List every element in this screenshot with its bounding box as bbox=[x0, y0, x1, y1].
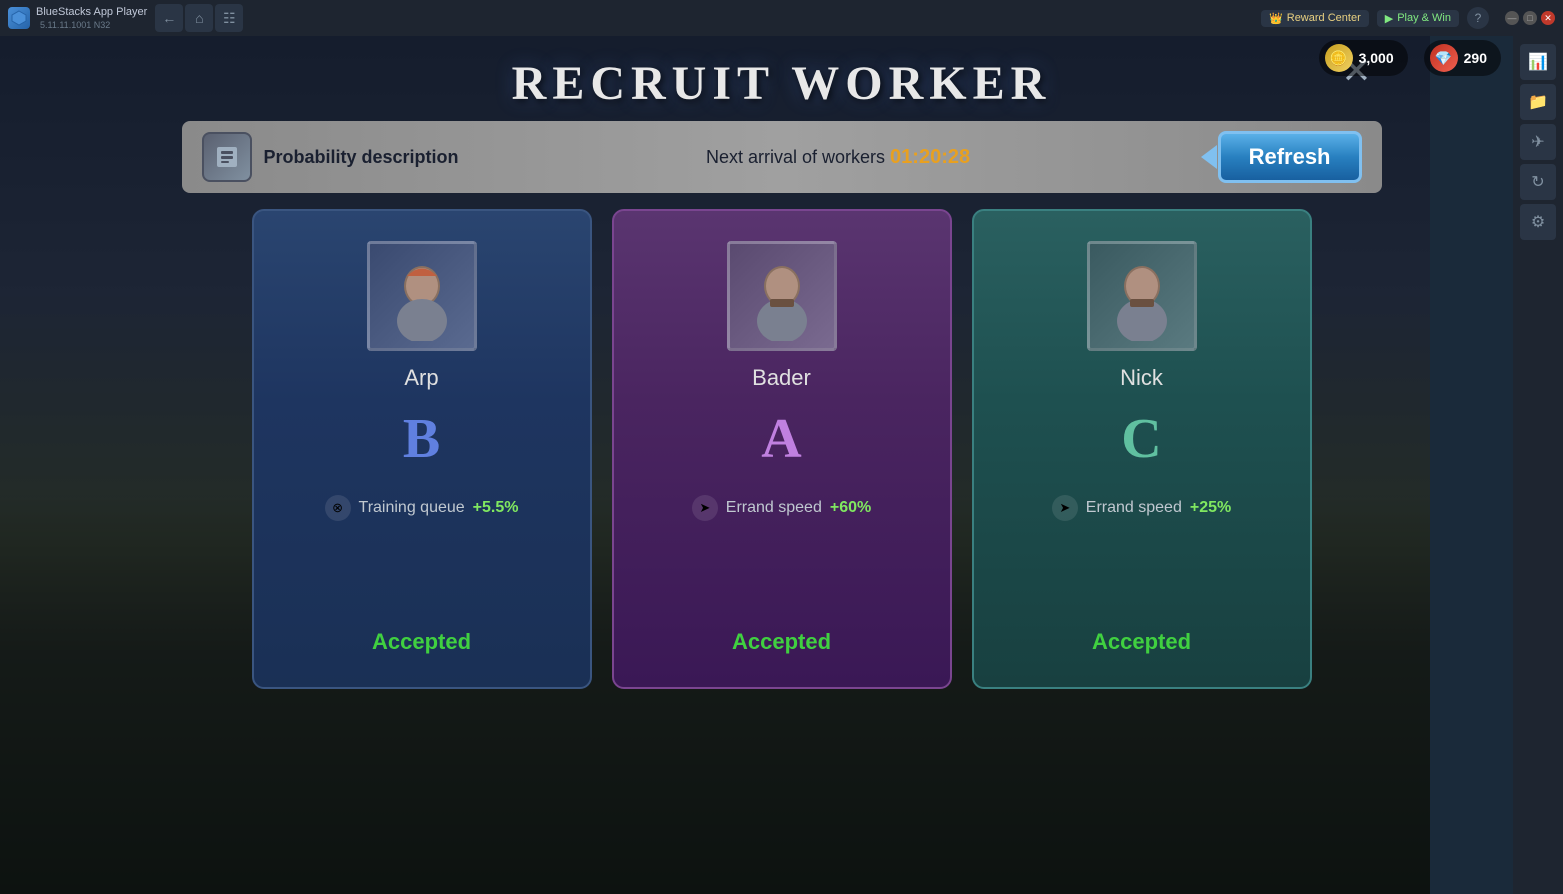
coins-display: 🪙 3,000 bbox=[1319, 40, 1408, 76]
play-win-button[interactable]: ▶ Play & Win bbox=[1377, 10, 1459, 27]
next-arrival-display: Next arrival of workers 01:20:28 bbox=[459, 146, 1218, 169]
next-arrival-label: Next arrival of workers bbox=[706, 147, 885, 167]
refresh-button[interactable]: Refresh bbox=[1218, 131, 1362, 183]
bluestacks-logo bbox=[8, 7, 30, 29]
sidebar-icon-settings[interactable]: ⚙ bbox=[1520, 204, 1556, 240]
gems-value: 290 bbox=[1464, 50, 1487, 66]
header-bar: Probability description Next arrival of … bbox=[182, 121, 1382, 193]
gems-icon: 💎 bbox=[1430, 44, 1458, 72]
worker-name: Arp bbox=[404, 365, 438, 391]
coins-value: 3,000 bbox=[1359, 50, 1394, 66]
worker-skill: ⊗ Training queue +5.5% bbox=[325, 495, 519, 521]
worker-skill: ➤ Errand speed +60% bbox=[692, 495, 871, 521]
app-version: 5.11.11.1001 N32 bbox=[40, 20, 147, 30]
reward-center-label: Reward Center bbox=[1287, 12, 1361, 24]
worker-portrait-nick bbox=[1087, 241, 1197, 351]
crown-icon: 👑 bbox=[1269, 12, 1283, 25]
prob-icon bbox=[202, 132, 252, 182]
minimize-button[interactable]: — bbox=[1505, 11, 1519, 25]
sidebar-icon-refresh[interactable]: ↻ bbox=[1520, 164, 1556, 200]
skill-value: +5.5% bbox=[473, 499, 519, 517]
home-button[interactable]: ⌂ bbox=[185, 4, 213, 32]
coins-icon: 🪙 bbox=[1325, 44, 1353, 72]
worker-cards-container: Arp B ⊗ Training queue +5.5% Accepted Ba… bbox=[182, 209, 1382, 689]
prob-desc-label[interactable]: Probability description bbox=[264, 147, 459, 168]
worker-portrait-arp bbox=[367, 241, 477, 351]
titlebar-right: 👑 Reward Center ▶ Play & Win ? — □ ✕ bbox=[1261, 7, 1555, 29]
app-name: BlueStacks App Player bbox=[36, 6, 147, 18]
play-win-label: Play & Win bbox=[1397, 12, 1451, 24]
worker-name: Nick bbox=[1120, 365, 1163, 391]
worker-skill: ➤ Errand speed +25% bbox=[1052, 495, 1231, 521]
window-close-button[interactable]: ✕ bbox=[1541, 11, 1555, 25]
modal-title-area: RECRUIT WORKER ✕ bbox=[182, 36, 1382, 121]
worker-portrait-bader bbox=[727, 241, 837, 351]
sidebar-icon-plane[interactable]: ✈ bbox=[1520, 124, 1556, 160]
maximize-button[interactable]: □ bbox=[1523, 11, 1537, 25]
worker-name: Bader bbox=[752, 365, 811, 391]
back-button[interactable]: ← bbox=[155, 4, 183, 32]
skill-icon: ⊗ bbox=[325, 495, 351, 521]
tabs-button[interactable]: ☷ bbox=[215, 4, 243, 32]
sidebar-icon-chart[interactable]: 📊 bbox=[1520, 44, 1556, 80]
accept-button[interactable]: Accepted bbox=[732, 621, 831, 663]
nav-buttons: ← ⌂ ☷ bbox=[155, 4, 243, 32]
worker-card-nick[interactable]: Nick C ➤ Errand speed +25% Accepted bbox=[972, 209, 1312, 689]
skill-name: Training queue bbox=[359, 499, 465, 517]
modal-title: RECRUIT WORKER bbox=[182, 56, 1382, 111]
worker-grade: C bbox=[1121, 407, 1161, 471]
skill-name: Errand speed bbox=[1086, 499, 1182, 517]
titlebar: BlueStacks App Player 5.11.11.1001 N32 ←… bbox=[0, 0, 1563, 36]
skill-name: Errand speed bbox=[726, 499, 822, 517]
skill-icon: ➤ bbox=[692, 495, 718, 521]
right-sidebar: 📊 📁 ✈ ↻ ⚙ bbox=[1513, 36, 1563, 894]
worker-card-bader[interactable]: Bader A ➤ Errand speed +60% Accepted bbox=[612, 209, 952, 689]
currency-bar: 🪙 3,000 💎 290 bbox=[1307, 36, 1513, 80]
window-controls: — □ ✕ bbox=[1505, 11, 1555, 25]
skill-value: +25% bbox=[1190, 499, 1231, 517]
play-icon: ▶ bbox=[1385, 12, 1393, 25]
sidebar-icon-folder[interactable]: 📁 bbox=[1520, 84, 1556, 120]
accept-button[interactable]: Accepted bbox=[372, 621, 471, 663]
skill-icon: ➤ bbox=[1052, 495, 1078, 521]
worker-grade: B bbox=[403, 407, 440, 471]
skill-value: +60% bbox=[830, 499, 871, 517]
recruit-worker-modal: RECRUIT WORKER ✕ Probability description… bbox=[182, 36, 1382, 689]
timer-display: 01:20:28 bbox=[890, 146, 970, 168]
reward-center-button[interactable]: 👑 Reward Center bbox=[1261, 10, 1369, 27]
gems-display: 💎 290 bbox=[1424, 40, 1501, 76]
help-button[interactable]: ? bbox=[1467, 7, 1489, 29]
worker-grade: A bbox=[761, 407, 801, 471]
accept-button[interactable]: Accepted bbox=[1092, 621, 1191, 663]
worker-card-arp[interactable]: Arp B ⊗ Training queue +5.5% Accepted bbox=[252, 209, 592, 689]
